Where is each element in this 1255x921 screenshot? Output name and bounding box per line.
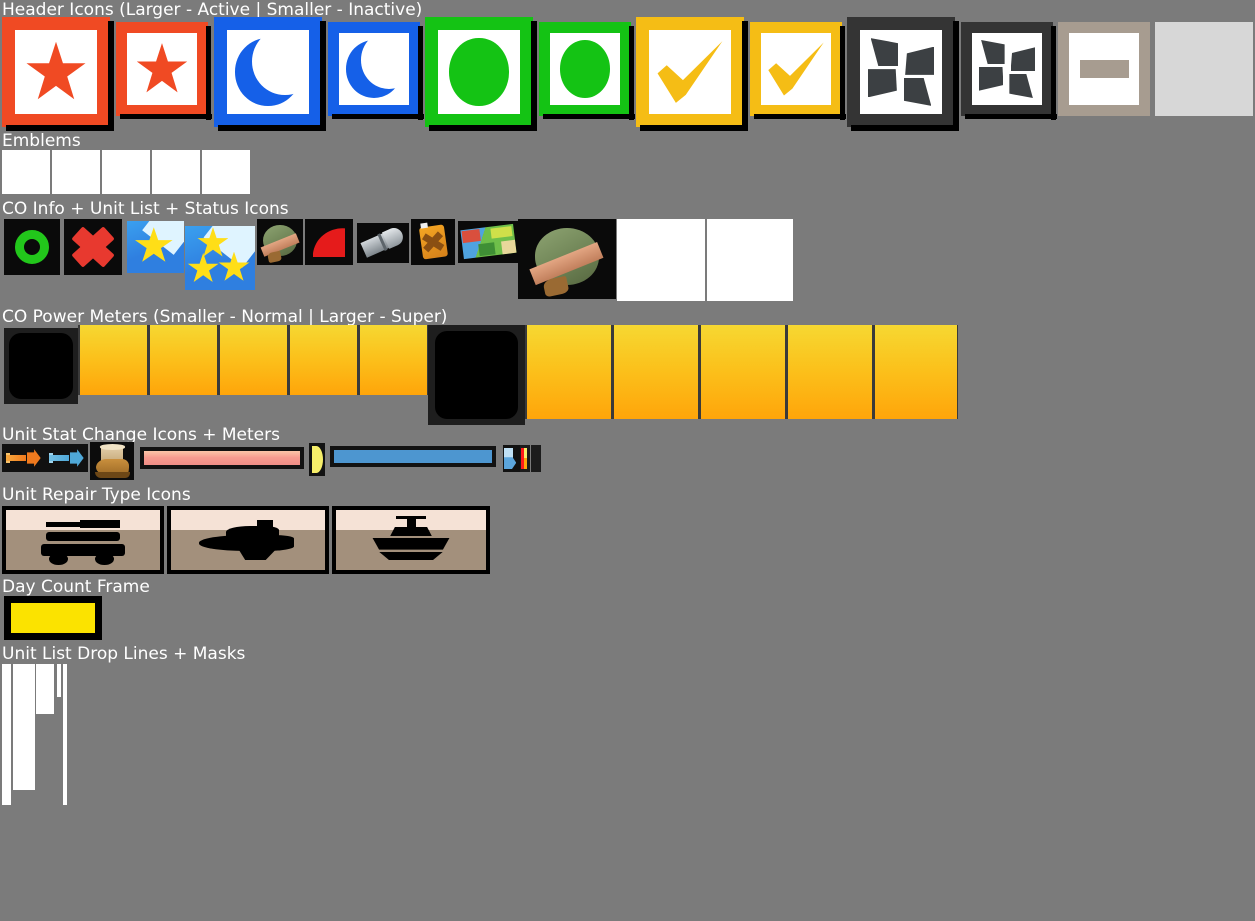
helmet-icon[interactable]	[257, 219, 303, 265]
circle-icon	[559, 40, 611, 98]
header-icon-swoosh-active[interactable]	[636, 17, 748, 131]
heart-icon[interactable]	[305, 219, 353, 265]
drop-mask-3	[13, 740, 35, 790]
hp-meter[interactable]	[140, 447, 304, 469]
header-icon-pinwheel-inactive[interactable]	[961, 22, 1057, 120]
emblem-slot-2[interactable]	[52, 150, 100, 194]
defense-up-arrow-icon[interactable]	[45, 444, 88, 472]
header-icon-star-active[interactable]	[2, 17, 114, 131]
circle-icon	[449, 38, 509, 106]
dash-icon	[1079, 59, 1129, 79]
co-power-super-segment[interactable]	[699, 325, 786, 419]
header-icon-pinwheel-active[interactable]	[847, 17, 959, 131]
drop-line-1	[2, 664, 11, 805]
triple-star-icon[interactable]	[185, 226, 255, 290]
drop-mask-1	[13, 664, 35, 740]
stripe-marker-blank[interactable]	[531, 445, 541, 472]
day-count-frame[interactable]	[4, 596, 102, 640]
air-repair-icon[interactable]	[167, 506, 329, 574]
co-power-normal-segment[interactable]	[148, 325, 218, 395]
blue-tab-marker[interactable]	[503, 445, 520, 472]
section-label-stat-change: Unit Stat Change Icons + Meters	[2, 425, 280, 445]
drop-line-2	[57, 664, 61, 697]
co-power-super-segment[interactable]	[612, 325, 699, 419]
header-icon-circle-inactive[interactable]	[539, 22, 635, 120]
drop-mask-2	[36, 664, 54, 714]
star-icon	[26, 41, 86, 100]
emblem-slot-1[interactable]	[2, 150, 50, 194]
header-icon-moon-inactive[interactable]	[328, 22, 424, 120]
section-label-day-count: Day Count Frame	[2, 577, 150, 597]
header-icon-swoosh-inactive[interactable]	[750, 22, 846, 120]
helmet-large-icon[interactable]	[518, 219, 616, 299]
header-icon-star-inactive[interactable]	[116, 22, 212, 120]
co-power-normal-icon[interactable]	[4, 328, 78, 404]
yellow-tab-marker[interactable]	[309, 443, 325, 476]
header-icon-blank-empty[interactable]	[1155, 22, 1253, 116]
emblem-slot-3[interactable]	[102, 150, 150, 194]
asset-sheet: Header Icons (Larger - Active | Smaller …	[0, 0, 1255, 921]
co-power-super-segment[interactable]	[873, 325, 958, 419]
stripe-marker[interactable]	[520, 445, 530, 472]
co-power-normal-segment[interactable]	[288, 325, 358, 395]
pinwheel-icon	[867, 37, 936, 108]
section-label-drop-lines: Unit List Drop Lines + Masks	[2, 644, 246, 664]
movement-boot-icon[interactable]	[90, 442, 134, 480]
ring-icon[interactable]	[4, 219, 60, 275]
pinwheel-icon	[978, 39, 1037, 99]
co-power-normal-segment[interactable]	[358, 325, 428, 395]
co-power-super-segment[interactable]	[786, 325, 873, 419]
blank-tile-2[interactable]	[707, 219, 793, 301]
moon-icon	[346, 33, 409, 98]
blank-tile-1[interactable]	[617, 219, 705, 301]
section-label-emblems: Emblems	[2, 131, 81, 151]
star-icon	[136, 43, 188, 93]
drop-line-3	[63, 664, 67, 805]
swoosh-icon	[657, 41, 723, 103]
right-arrow-icon	[6, 449, 41, 467]
map-icon[interactable]	[458, 221, 518, 263]
header-icon-dash-neutral[interactable]	[1058, 22, 1150, 116]
section-label-co-info: CO Info + Unit List + Status Icons	[2, 199, 289, 219]
moon-icon	[235, 30, 309, 106]
right-arrow-icon	[49, 449, 84, 467]
x-mark-icon[interactable]	[64, 219, 122, 275]
swoosh-icon	[768, 42, 824, 96]
co-power-super-icon[interactable]	[428, 325, 525, 425]
ground-repair-icon[interactable]	[2, 506, 164, 574]
power-meter[interactable]	[330, 446, 496, 467]
co-power-super-segment[interactable]	[525, 325, 612, 419]
header-icon-moon-active[interactable]	[214, 17, 326, 131]
attack-up-arrow-icon[interactable]	[2, 444, 45, 472]
ammo-icon[interactable]	[357, 223, 409, 263]
emblem-slot-4[interactable]	[152, 150, 200, 194]
co-power-normal-segment[interactable]	[78, 325, 148, 395]
sea-repair-icon[interactable]	[332, 506, 490, 574]
fuel-icon[interactable]	[411, 219, 455, 265]
co-power-normal-segment[interactable]	[218, 325, 288, 395]
section-label-repair-type: Unit Repair Type Icons	[2, 485, 191, 505]
header-icon-circle-active[interactable]	[425, 17, 537, 131]
section-label-co-power: CO Power Meters (Smaller - Normal | Larg…	[2, 307, 448, 327]
emblem-slot-5[interactable]	[202, 150, 250, 194]
single-star-icon[interactable]	[127, 221, 184, 273]
